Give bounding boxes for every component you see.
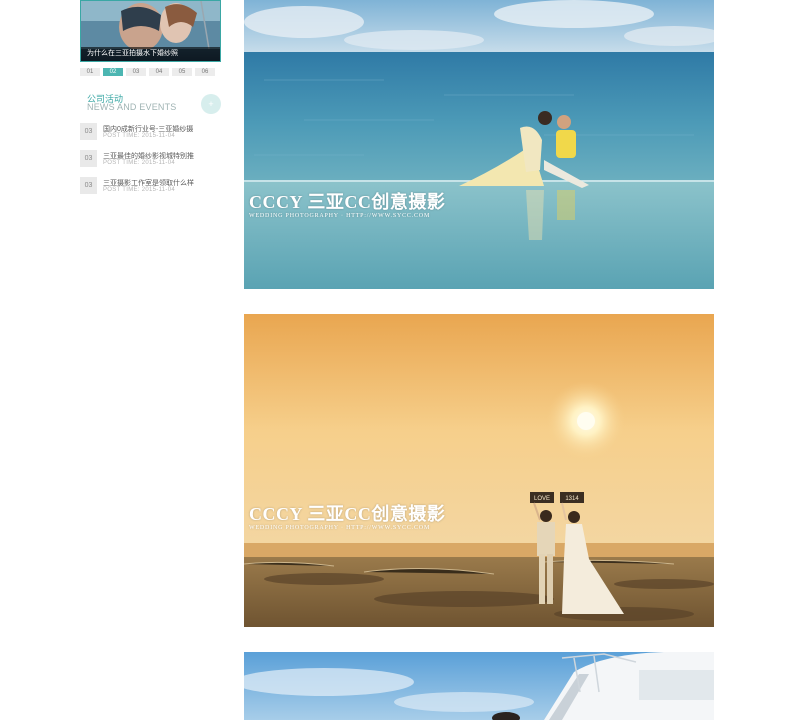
- news-item-time: POST TIME: 2015-11-04: [103, 133, 175, 139]
- wedding-photo-sunset: LOVE 1314 CCCY 三亚CC创意摄影 WEDDING PHOTOGRA…: [244, 314, 714, 627]
- news-item-number: 03: [80, 150, 97, 167]
- watermark-brand: CCCY 三亚CC创意摄影: [249, 504, 446, 524]
- watermark-brand: CCCY 三亚CC创意摄影: [249, 192, 446, 212]
- pager-item-03[interactable]: 03: [126, 67, 146, 76]
- sunset-photo-image: LOVE 1314: [244, 314, 714, 627]
- news-item[interactable]: 03 三亚最佳的婚纱影视城特别推 POST TIME: 2015-11-04: [80, 150, 230, 168]
- pager-item-01[interactable]: 01: [80, 67, 100, 76]
- pager-item-06[interactable]: 06: [195, 67, 215, 76]
- watermark: CCCY 三亚CC创意摄影 WEDDING PHOTOGRAPHY · HTTP…: [249, 188, 445, 219]
- sign-love: LOVE: [534, 496, 550, 502]
- news-item-time: POST TIME: 2015-11-04: [103, 160, 175, 166]
- watermark: CCCY 三亚CC创意摄影 WEDDING PHOTOGRAPHY · HTTP…: [249, 500, 445, 531]
- promo-image: [81, 1, 220, 49]
- pager-item-04[interactable]: 04: [149, 67, 169, 76]
- news-item-number: 03: [80, 123, 97, 140]
- pager-item-05[interactable]: 05: [172, 67, 192, 76]
- promo-banner[interactable]: 为什么在三亚拍摄水下婚纱照: [80, 0, 221, 62]
- watermark-subtitle: WEDDING PHOTOGRAPHY · HTTP://WWW.SYCC.CO…: [249, 213, 431, 219]
- pager-item-02[interactable]: 02: [103, 67, 123, 76]
- news-item-number: 03: [80, 177, 97, 194]
- news-section-header: 公司活动 NEWS AND EVENTS +: [80, 92, 221, 114]
- news-item[interactable]: 03 三亚摄影工作室是领取什么样 POST TIME: 2015-11-04: [80, 177, 230, 195]
- news-item-time: POST TIME: 2015-11-04: [103, 187, 175, 193]
- sign-1314: 1314: [565, 496, 579, 502]
- news-list: 03 国内0成新行业号-三亚婚纱摄 POST TIME: 2015-11-04 …: [80, 123, 230, 204]
- wedding-photo-yacht: [244, 652, 714, 720]
- yacht-photo-image: [244, 652, 714, 720]
- news-item[interactable]: 03 国内0成新行业号-三亚婚纱摄 POST TIME: 2015-11-04: [80, 123, 230, 141]
- slide-pager: 01 02 03 04 05 06: [80, 67, 221, 76]
- promo-caption: 为什么在三亚拍摄水下婚纱照: [81, 47, 220, 61]
- sidebar: 为什么在三亚拍摄水下婚纱照 01 02 03 04 05 06 公司活动 NEW…: [0, 0, 235, 720]
- news-title-en: NEWS AND EVENTS: [87, 102, 177, 112]
- sea-photo-image: [244, 0, 714, 289]
- news-more-icon[interactable]: +: [201, 94, 221, 114]
- watermark-subtitle: WEDDING PHOTOGRAPHY · HTTP://WWW.SYCC.CO…: [249, 525, 431, 531]
- wedding-photo-sea: CCCY 三亚CC创意摄影 WEDDING PHOTOGRAPHY · HTTP…: [244, 0, 714, 289]
